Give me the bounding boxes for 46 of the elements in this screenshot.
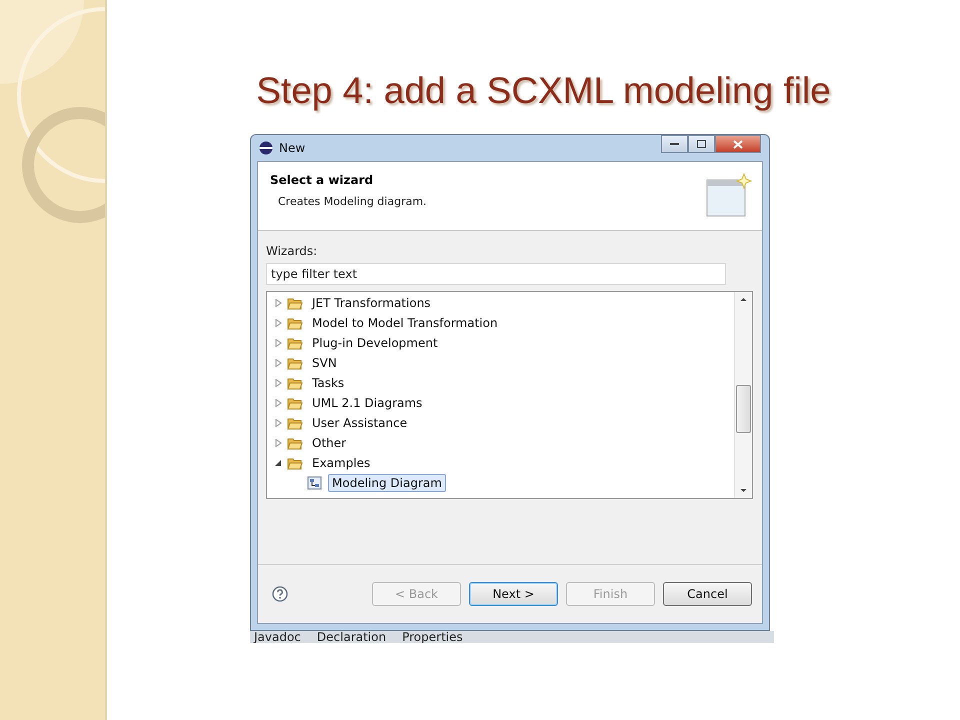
expand-arrow-icon[interactable]	[275, 339, 282, 347]
view-tab[interactable]: Declaration	[316, 632, 386, 643]
tree-item[interactable]: User Assistance	[308, 414, 412, 432]
tree-item[interactable]: Model to Model Transformation	[308, 314, 502, 332]
scrollbar-thumb[interactable]	[736, 385, 751, 433]
tree-item[interactable]: Other	[308, 434, 350, 452]
slide-title: Step 4: add a SCXML modeling file	[255, 69, 832, 113]
filter-field[interactable]: type filter text	[266, 263, 726, 285]
folder-icon	[287, 356, 303, 370]
folder-icon	[287, 396, 303, 410]
expand-arrow-icon[interactable]	[275, 319, 282, 327]
folder-icon	[287, 336, 303, 350]
wizard-title: Select a wizard	[270, 173, 374, 187]
expand-arrow-icon[interactable]	[275, 439, 282, 447]
minimize-button[interactable]	[661, 135, 688, 153]
expand-arrow-icon[interactable]	[275, 399, 282, 407]
folder-icon	[287, 376, 303, 390]
window-title: New	[279, 141, 306, 155]
tree-item[interactable]: Examples	[308, 454, 374, 472]
expand-arrow-icon[interactable]	[275, 299, 282, 307]
expand-arrow-icon[interactable]	[275, 359, 282, 367]
close-button[interactable]	[715, 135, 761, 153]
wizard-button[interactable]: Next >	[469, 582, 558, 606]
close-icon	[733, 140, 743, 148]
tree-item[interactable]: Modeling Diagram	[328, 474, 446, 492]
diagram-icon	[307, 476, 323, 490]
folder-icon	[287, 436, 303, 450]
folder-icon	[287, 316, 303, 330]
minimize-icon	[670, 142, 680, 146]
maximize-button[interactable]	[688, 135, 715, 153]
folder-icon	[287, 416, 303, 430]
wizard-description: Creates Modeling diagram.	[278, 195, 428, 208]
tree-item[interactable]: SVN	[308, 354, 341, 372]
tree-item[interactable]: Plug-in Development	[308, 334, 442, 352]
expand-arrow-icon[interactable]	[275, 419, 282, 427]
expand-arrow-icon[interactable]	[275, 379, 282, 387]
tree-item[interactable]: Tasks	[308, 374, 348, 392]
help-icon[interactable]	[272, 586, 288, 602]
wizard-button[interactable]: Cancel	[663, 582, 752, 606]
collapse-arrow-icon[interactable]	[275, 459, 282, 467]
folder-icon	[287, 456, 303, 470]
maximize-icon	[696, 140, 706, 148]
tree-item[interactable]: UML 2.1 Diagrams	[308, 394, 426, 412]
folder-icon	[287, 296, 303, 310]
wizards-label: Wizards:	[266, 244, 318, 258]
tree-item[interactable]: JET Transformations	[308, 294, 435, 312]
